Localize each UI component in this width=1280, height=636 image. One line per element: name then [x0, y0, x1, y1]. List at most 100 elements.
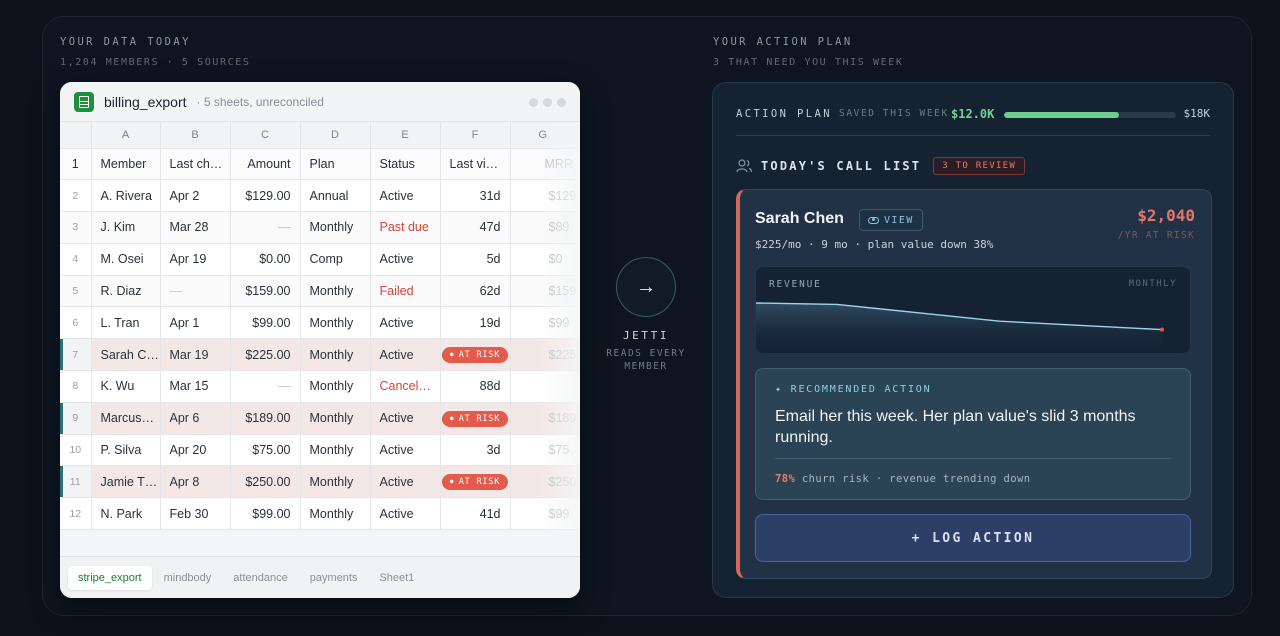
cell-amount[interactable]: $250.00: [230, 465, 301, 499]
cell-amount[interactable]: $75.00: [230, 434, 301, 467]
cell-last[interactable]: Apr 2: [160, 179, 231, 213]
column-letter[interactable]: F: [440, 122, 511, 149]
cell-status[interactable]: Active: [370, 338, 441, 372]
window-dot-icon[interactable]: [543, 98, 552, 107]
cell-mrr[interactable]: $159: [510, 275, 580, 308]
view-button[interactable]: VIEW: [859, 209, 923, 231]
cell-mrr[interactable]: $129: [510, 179, 580, 213]
table-row[interactable]: 7Sarah C…Mar 19$225.00MonthlyActiveAT RI…: [60, 338, 580, 372]
cell-status[interactable]: Active: [370, 465, 441, 499]
cell-member[interactable]: Sarah C…: [91, 338, 161, 372]
cell-plan[interactable]: Monthly: [300, 275, 371, 308]
window-dot-icon[interactable]: [557, 98, 566, 107]
cell-member[interactable]: Jamie T…: [91, 465, 161, 499]
cell-member[interactable]: J. Kim: [91, 211, 161, 244]
cell-plan[interactable]: Monthly: [300, 338, 371, 372]
cell-status[interactable]: Active: [370, 179, 441, 213]
table-row[interactable]: 5 R. Diaz — $159.00 Monthly Failed 62d $159: [60, 275, 580, 308]
cell-member[interactable]: A. Rivera: [91, 179, 161, 213]
cell-amount[interactable]: $129.00: [230, 179, 301, 213]
cell-visit[interactable]: 41d: [440, 497, 511, 531]
cell-mrr[interactable]: [510, 370, 580, 403]
cell-visit[interactable]: 5d: [440, 243, 511, 276]
header-cell[interactable]: Amount: [230, 148, 301, 181]
cell-member[interactable]: N. Park: [91, 497, 161, 531]
cell-last[interactable]: Apr 19: [160, 243, 231, 276]
cell-status[interactable]: Past due: [370, 211, 441, 244]
cell-amount[interactable]: $159.00: [230, 275, 301, 308]
table-row[interactable]: 12 N. Park Feb 30 $99.00 Monthly Active 41d $99: [60, 497, 580, 531]
table-row[interactable]: 9Marcus…Apr 6$189.00MonthlyActiveAT RISK…: [60, 402, 580, 435]
header-cell[interactable]: MRR: [510, 148, 580, 181]
table-row[interactable]: 6 L. Tran Apr 1 $99.00 Monthly Active 19d $99: [60, 306, 580, 340]
cell-status[interactable]: Active: [370, 306, 441, 340]
header-cell[interactable]: Last vi…: [440, 148, 511, 181]
table-row[interactable]: 10 P. Silva Apr 20 $75.00 Monthly Active 3d $75: [60, 434, 580, 467]
cell-mrr[interactable]: $250: [510, 465, 580, 499]
cell-member[interactable]: M. Osei: [91, 243, 161, 276]
cell-visit[interactable]: AT RISK: [440, 465, 511, 499]
cell-visit[interactable]: AT RISK: [440, 338, 511, 372]
table-row[interactable]: 3 J. Kim Mar 28— Monthly Past due 47d $89: [60, 211, 580, 244]
cell-plan[interactable]: Comp: [300, 243, 371, 276]
tab-attendance[interactable]: attendance: [223, 566, 297, 590]
cell-status[interactable]: Failed: [370, 275, 441, 308]
column-letter[interactable]: G: [510, 122, 580, 149]
cell-last[interactable]: Mar 28: [160, 211, 231, 244]
column-letter[interactable]: A: [91, 122, 161, 149]
cell-status[interactable]: Active: [370, 243, 441, 276]
tab-mindbody[interactable]: mindbody: [154, 566, 222, 590]
cell-mrr[interactable]: $189: [510, 402, 580, 435]
cell-amount[interactable]: —: [230, 211, 301, 244]
log-action-button[interactable]: + LOG ACTION: [755, 514, 1191, 562]
cell-amount[interactable]: —: [230, 370, 301, 403]
review-badge[interactable]: 3 TO REVIEW: [933, 157, 1026, 175]
cell-amount[interactable]: $99.00: [230, 306, 301, 340]
cell-visit[interactable]: AT RISK: [440, 402, 511, 435]
cell-member[interactable]: P. Silva: [91, 434, 161, 467]
cell-mrr[interactable]: $75: [510, 434, 580, 467]
header-cell[interactable]: Status: [370, 148, 441, 181]
cell-visit[interactable]: 3d: [440, 434, 511, 467]
cell-plan[interactable]: Monthly: [300, 211, 371, 244]
table-row[interactable]: 8 K. Wu Mar 15— Monthly Cancel… 88d: [60, 370, 580, 403]
cell-member[interactable]: K. Wu: [91, 370, 161, 403]
cell-visit[interactable]: 62d: [440, 275, 511, 308]
tab-payments[interactable]: payments: [300, 566, 368, 590]
window-dot-icon[interactable]: [529, 98, 538, 107]
cell-last[interactable]: Mar 19: [160, 338, 231, 372]
column-letter[interactable]: B: [160, 122, 231, 149]
cell-last[interactable]: Apr 6: [160, 402, 231, 435]
cell-mrr[interactable]: $225: [510, 338, 580, 372]
cell-visit[interactable]: 19d: [440, 306, 511, 340]
cell-plan[interactable]: Monthly: [300, 465, 371, 499]
cell-last[interactable]: Apr 8: [160, 465, 231, 499]
cell-amount[interactable]: $99.00: [230, 497, 301, 531]
cell-last[interactable]: Feb 30: [160, 497, 231, 531]
cell-mrr[interactable]: $0: [510, 243, 580, 276]
cell-amount[interactable]: $0.00: [230, 243, 301, 276]
cell-last[interactable]: —: [160, 275, 231, 308]
member-card[interactable]: Sarah Chen VIEW $225/mo · 9 mo · plan va…: [736, 189, 1212, 579]
cell-amount[interactable]: $225.00: [230, 338, 301, 372]
cell-visit[interactable]: 47d: [440, 211, 511, 244]
table-row[interactable]: 2 A. Rivera Apr 2 $129.00 Annual Active 31d $12…: [60, 179, 580, 213]
cell-member[interactable]: L. Tran: [91, 306, 161, 340]
cell-visit[interactable]: 88d: [440, 370, 511, 403]
cell-last[interactable]: Apr 20: [160, 434, 231, 467]
cell-plan[interactable]: Monthly: [300, 497, 371, 531]
column-letter[interactable]: E: [370, 122, 441, 149]
header-cell[interactable]: Member: [91, 148, 161, 181]
cell-mrr[interactable]: $99: [510, 306, 580, 340]
cell-member[interactable]: Marcus…: [91, 402, 161, 435]
header-cell[interactable]: Plan: [300, 148, 371, 181]
table-row[interactable]: 4 M. Osei Apr 19 $0.00 Comp Active 5d $0: [60, 243, 580, 276]
cell-status[interactable]: Active: [370, 497, 441, 531]
cell-plan[interactable]: Monthly: [300, 370, 371, 403]
cell-amount[interactable]: $189.00: [230, 402, 301, 435]
tab-sheet1[interactable]: Sheet1: [369, 566, 424, 590]
cell-mrr[interactable]: $99: [510, 497, 580, 531]
column-letter[interactable]: C: [230, 122, 301, 149]
cell-mrr[interactable]: $89: [510, 211, 580, 244]
cell-status[interactable]: Active: [370, 402, 441, 435]
